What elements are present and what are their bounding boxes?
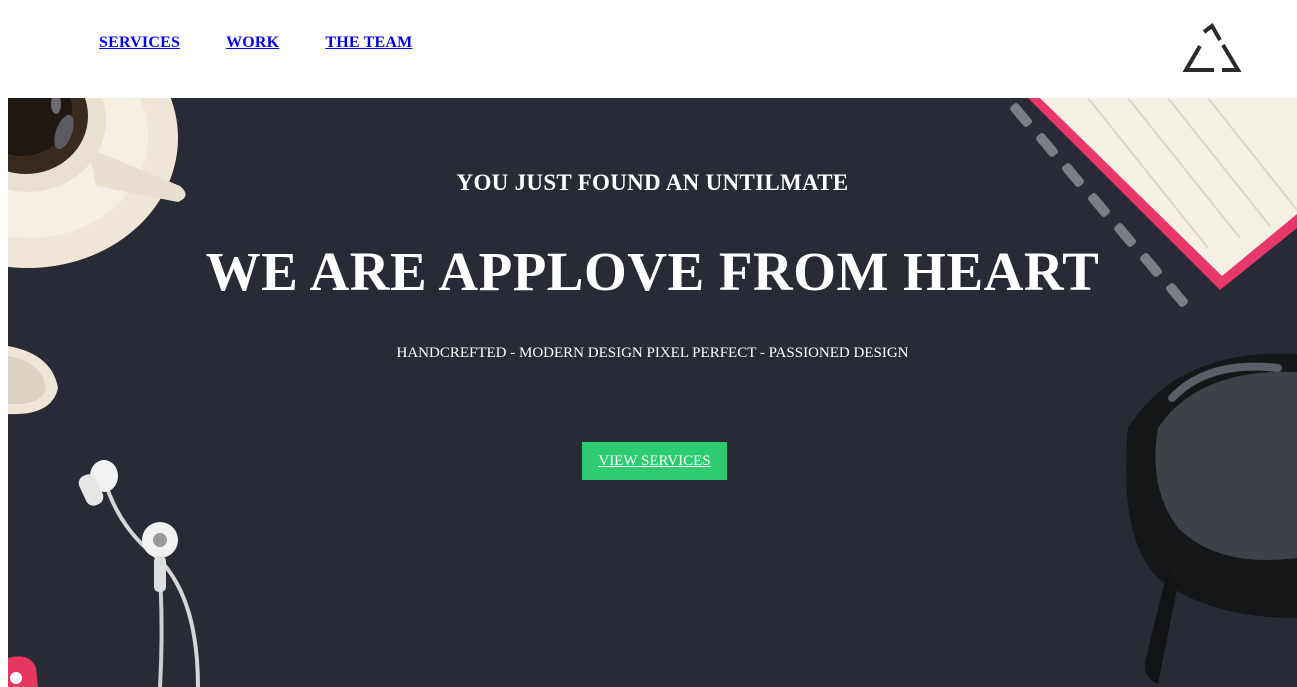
triangle-logo-icon[interactable]: [1182, 22, 1242, 74]
hero-subline: HANDCREFTED - MODERN DESIGN PIXEL PERFEC…: [396, 345, 909, 361]
hero-section: YOU JUST FOUND AN UNTILMATE WE ARE APPLO…: [8, 98, 1297, 687]
site-header: SERVICES WORK THE TEAM: [0, 0, 1297, 98]
nav-link-work[interactable]: WORK: [226, 34, 279, 52]
earphones-illustration: [78, 460, 200, 687]
hero-tagline: YOU JUST FOUND AN UNTILMATE: [456, 170, 849, 195]
nav-link-services[interactable]: SERVICES: [99, 34, 180, 52]
glasses-illustration: [1126, 353, 1297, 684]
nav-link-the-team[interactable]: THE TEAM: [325, 34, 412, 52]
main-nav: SERVICES WORK THE TEAM: [99, 34, 458, 52]
hero-headline: WE ARE APPLOVE FROM HEART: [205, 241, 1100, 302]
view-services-button[interactable]: VIEW SERVICES: [582, 442, 727, 480]
